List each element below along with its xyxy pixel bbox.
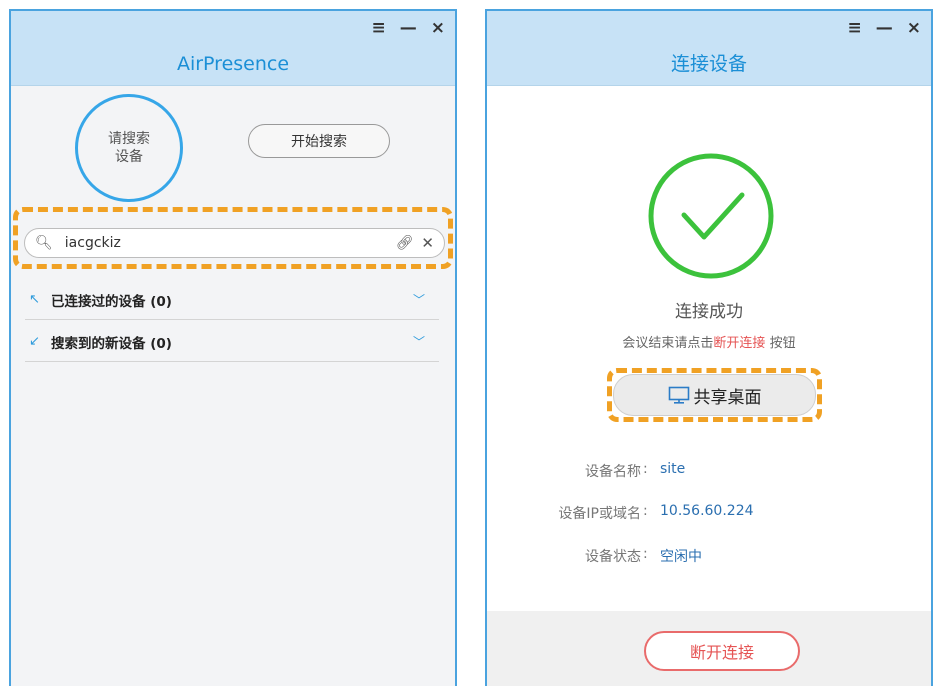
window-controls: ≡ — × [372,18,446,38]
search-input-value[interactable]: iacgckiz [65,235,396,251]
status-sub-suffix: 按钮 [769,336,796,351]
airpresence-window: ≡ — × AirPresence 请搜索设备 开始搜索 🔍︎ iacgckiz… [9,9,457,686]
status-subtitle: 会议结束请点击断开连接 按钮 [487,332,931,351]
monitor-icon [668,386,690,404]
share-desktop-label: 共享桌面 [693,387,762,408]
section-label: 已连接过的设备 (0) [51,293,172,310]
clear-icon[interactable]: ✕ [421,234,434,252]
search-area: 请搜索设备 开始搜索 [11,86,455,204]
chevron-down-icon[interactable]: ﹀ [413,333,439,350]
connected-devices-icon: ↖ [29,292,40,307]
info-label: 设备名称 [585,464,641,480]
search-status-circle: 请搜索设备 [75,94,183,202]
window-title: 连接设备 [487,46,931,86]
device-name-row: 设备名称 : site [585,461,686,480]
status-sub-highlight: 断开连接 [713,336,766,351]
minimize-icon[interactable]: — [876,18,893,38]
window-controls: ≡ — × [848,18,922,38]
title-bar[interactable]: ≡ — × [487,11,931,46]
success-check-icon [646,151,776,285]
search-input[interactable]: 🔍︎ iacgckiz 🔗︎ ✕ [24,228,445,258]
link-icon[interactable]: 🔗︎ [396,235,414,251]
new-devices-icon: ↙ [29,334,40,349]
info-value: 10.56.60.224 [660,503,754,519]
connected-devices-section[interactable]: ↖ 已连接过的设备 (0) ﹀ [25,280,439,320]
minimize-icon[interactable]: — [400,18,417,38]
share-desktop-button[interactable]: 共享桌面 [613,374,816,416]
info-label: 设备IP或域名 [558,506,641,522]
status-sub-prefix: 会议结束请点击 [622,336,714,351]
info-value: 空闲中 [660,549,702,565]
close-icon[interactable]: × [431,18,445,38]
device-state-row: 设备状态 : 空闲中 [585,546,702,565]
info-value: site [660,461,686,477]
section-label: 搜索到的新设备 (0) [51,335,172,352]
footer-bar: 断开连接 [487,611,931,686]
title-bar[interactable]: ≡ — × [11,11,455,46]
chevron-down-icon[interactable]: ﹀ [413,291,439,308]
close-icon[interactable]: × [907,18,921,38]
device-ip-row: 设备IP或域名 : 10.56.60.224 [558,503,754,522]
search-icon: 🔍︎ [35,235,53,251]
info-label: 设备状态 [585,549,641,565]
status-title: 连接成功 [675,302,743,322]
app-title: AirPresence [11,46,455,86]
menu-icon[interactable]: ≡ [848,18,862,38]
menu-icon[interactable]: ≡ [372,18,386,38]
new-devices-section[interactable]: ↙ 搜索到的新设备 (0) ﹀ [25,322,439,362]
start-search-button[interactable]: 开始搜索 [248,124,390,158]
search-status-text: 请搜索设备 [108,131,150,165]
disconnect-button[interactable]: 断开连接 [644,631,800,671]
connect-device-window: ≡ — × 连接设备 连接成功 会议结束请点击断开连接 按钮 共享桌面 设备名称… [485,9,933,686]
